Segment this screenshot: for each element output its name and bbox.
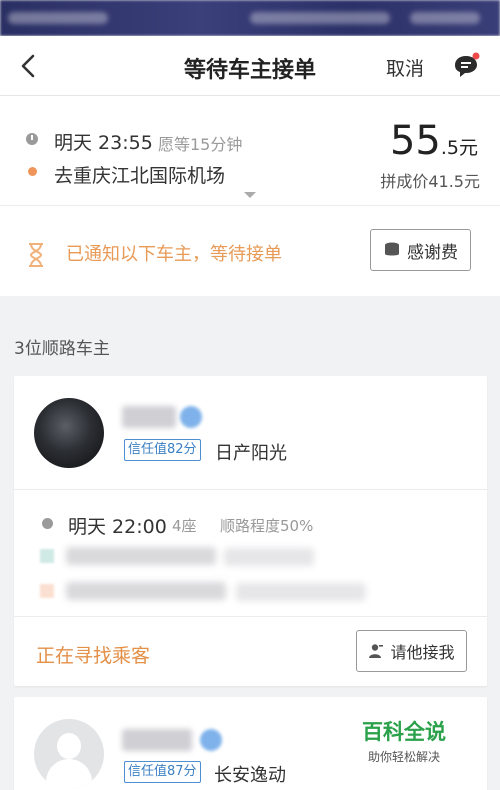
price-integer: 55 — [389, 118, 441, 164]
destination-blurred — [66, 582, 226, 600]
pool-price: 拼成价41.5元 — [380, 172, 480, 191]
price: 55.5元 — [390, 118, 478, 164]
origin-marker-icon — [40, 549, 54, 563]
expand-chevron-icon[interactable] — [244, 192, 256, 198]
message-icon[interactable] — [452, 52, 480, 80]
watermark-subtitle: 助你轻松解决 — [367, 750, 440, 764]
driver-name-blurred — [122, 406, 176, 428]
thanks-fee-label: 感谢费 — [407, 242, 458, 263]
trip-summary[interactable]: 明天 23:55 愿等15分钟 去重庆江北国际机场 55.5元 拼成价41.5元 — [0, 96, 500, 206]
coin-stack-icon — [385, 242, 399, 256]
watermark-logo: 百科全说 助你轻松解决 — [362, 716, 446, 765]
drivers-count: 3位顺路车主 — [14, 339, 110, 359]
origin-detail-blurred — [224, 548, 314, 566]
wait-note: 愿等15分钟 — [158, 135, 243, 154]
avatar[interactable] — [34, 398, 104, 468]
origin-blurred — [66, 547, 216, 565]
status-bar — [0, 0, 500, 36]
destination-dot-icon — [28, 167, 37, 176]
price-decimal: .5元 — [440, 137, 478, 159]
driver-status: 正在寻找乘客 — [36, 645, 151, 667]
avatar[interactable] — [34, 719, 104, 789]
verified-badge-icon — [180, 406, 202, 428]
driver-name-blurred — [122, 729, 192, 751]
driver-card[interactable]: 信任值82分 日产阳光 明天 22:00 4座 顺路程度50% 正在寻找乘客 请… — [14, 376, 487, 686]
page-title: 等待车主接单 — [183, 58, 316, 83]
destination-detail-blurred — [236, 583, 366, 601]
request-pickup-button[interactable]: 请他接我 — [356, 630, 467, 672]
avatar-head — [57, 733, 81, 759]
destination: 去重庆江北国际机场 — [54, 165, 226, 187]
car-model: 日产阳光 — [215, 443, 287, 464]
route-match: 顺路程度50% — [220, 517, 314, 535]
person-icon — [369, 644, 384, 658]
avatar-body — [46, 759, 92, 789]
request-pickup-label: 请他接我 — [390, 643, 455, 662]
clock-icon — [42, 518, 53, 529]
divider — [14, 616, 487, 617]
clock-icon — [26, 133, 38, 145]
verified-badge-icon — [200, 729, 222, 751]
seat-count: 4座 — [172, 517, 197, 535]
trust-score: 信任值87分 — [124, 761, 201, 783]
departure-time: 明天 23:55 — [54, 132, 153, 154]
driver-departure-time: 明天 22:00 — [68, 516, 167, 538]
destination-marker-icon — [40, 584, 54, 598]
notice-bar: 已通知以下车主，等待接单 感谢费 — [0, 206, 500, 296]
cancel-button[interactable]: 取消 — [386, 54, 424, 81]
divider — [14, 489, 487, 490]
car-model: 长安逸动 — [214, 765, 286, 786]
unread-dot — [472, 52, 480, 60]
watermark-title: 百科全说 — [362, 720, 446, 744]
notice-message: 已通知以下车主，等待接单 — [66, 244, 282, 265]
trust-score: 信任值82分 — [124, 439, 201, 461]
hourglass-icon — [29, 243, 43, 267]
thanks-fee-button[interactable]: 感谢费 — [370, 229, 471, 271]
nav-bar: 等待车主接单 取消 — [0, 36, 500, 96]
